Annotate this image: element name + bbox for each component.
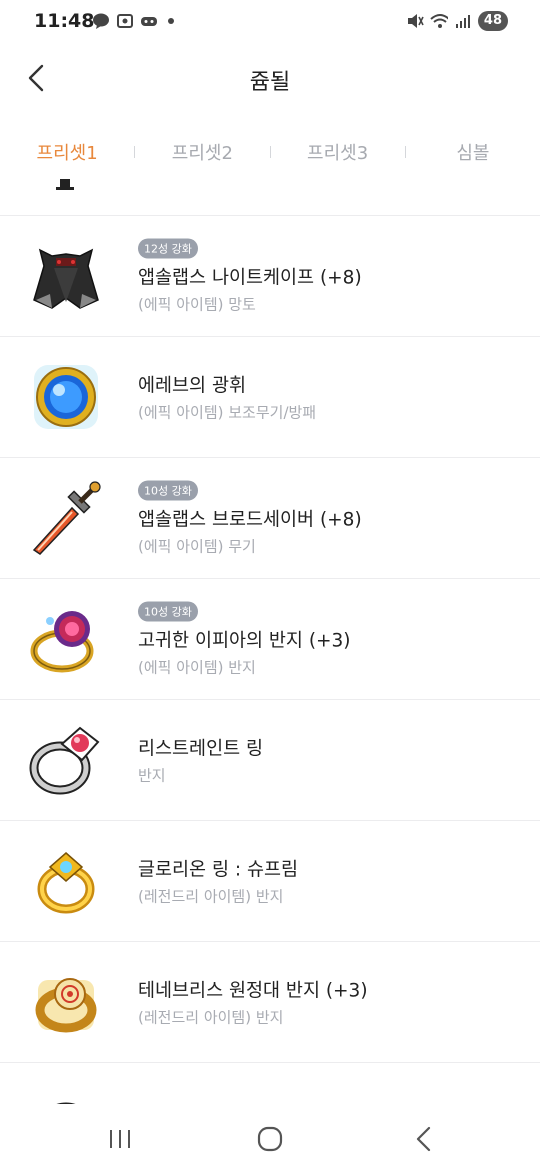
list-item[interactable] bbox=[0, 176, 540, 216]
system-nav-bar bbox=[0, 1104, 540, 1170]
item-name: 앱솔랩스 나이트케이프 (+8) bbox=[138, 267, 362, 289]
tab-preset-3[interactable]: 프리셋3 bbox=[271, 139, 405, 165]
list-item[interactable]: 에레브의 광휘 (에픽 아이템) 보조무기/방패 bbox=[0, 337, 540, 458]
item-category: (에픽 아이템) 반지 bbox=[138, 658, 256, 677]
system-back-button[interactable] bbox=[404, 1124, 444, 1154]
list-item[interactable] bbox=[0, 1063, 540, 1104]
notification-dot-icon bbox=[168, 18, 174, 24]
item-name: 테네브리스 원정대 반지 (+3) bbox=[138, 980, 368, 1002]
expedition-ring-icon bbox=[28, 964, 104, 1040]
tab-preset-1[interactable]: 프리셋1 bbox=[0, 139, 134, 165]
enhance-badge: 10성 강화 bbox=[138, 480, 198, 501]
home-icon bbox=[257, 1126, 283, 1152]
talk-icon bbox=[92, 13, 110, 29]
list-item[interactable]: 10성 강화 고귀한 이피아의 반지 (+3) (에픽 아이템) 반지 bbox=[0, 579, 540, 700]
enhance-badge: 10성 강화 bbox=[138, 601, 198, 622]
game-icon bbox=[140, 13, 158, 29]
status-icons-left bbox=[92, 13, 174, 29]
item-category: (레전드리 아이템) 반지 bbox=[138, 1008, 284, 1027]
item-category: (에픽 아이템) 무기 bbox=[138, 537, 256, 556]
status-bar: 11:48 48 bbox=[0, 0, 540, 44]
header: 쥼될 bbox=[0, 44, 540, 114]
item-thumbnail bbox=[28, 179, 104, 199]
list-item[interactable]: 10성 강화 앱솔랩스 브로드세이버 (+8) (에픽 아이템) 무기 bbox=[0, 458, 540, 579]
list-item[interactable]: 리스트레인트 링 반지 bbox=[0, 700, 540, 821]
item-thumbnail bbox=[28, 1081, 104, 1104]
cape-icon bbox=[28, 238, 104, 314]
signal-icon bbox=[454, 13, 472, 29]
sword-icon bbox=[28, 480, 104, 556]
list-item[interactable]: 테네브리스 원정대 반지 (+3) (레전드리 아이템) 반지 bbox=[0, 942, 540, 1063]
item-name: 글로리온 링 : 슈프림 bbox=[138, 859, 299, 881]
item-name: 앱솔랩스 브로드세이버 (+8) bbox=[138, 509, 362, 531]
item-name: 고귀한 이피아의 반지 (+3) bbox=[138, 630, 351, 652]
back-icon bbox=[416, 1126, 431, 1152]
item-category: (에픽 아이템) 망토 bbox=[138, 295, 256, 314]
item-category: (레전드리 아이템) 반지 bbox=[138, 887, 284, 906]
gold-ring-icon bbox=[28, 843, 104, 919]
orb-icon bbox=[28, 359, 104, 435]
preset-tabs: 프리셋1 프리셋2 프리셋3 심볼 bbox=[0, 128, 540, 176]
status-time: 11:48 bbox=[34, 10, 95, 32]
recent-apps-button[interactable] bbox=[100, 1124, 140, 1154]
page-title: 쥼될 bbox=[249, 70, 291, 95]
wifi-icon bbox=[430, 13, 448, 29]
item-category: (에픽 아이템) 보조무기/방패 bbox=[138, 403, 317, 422]
tab-preset-2[interactable]: 프리셋2 bbox=[135, 139, 269, 165]
list-item[interactable]: 12성 강화 앱솔랩스 나이트케이프 (+8) (에픽 아이템) 망토 bbox=[0, 216, 540, 337]
enhance-badge: 12성 강화 bbox=[138, 238, 198, 259]
mute-icon bbox=[406, 13, 424, 29]
list-item[interactable]: 글로리온 링 : 슈프림 (레전드리 아이템) 반지 bbox=[0, 821, 540, 942]
tab-symbol[interactable]: 심볼 bbox=[406, 139, 540, 165]
battery-indicator: 48 bbox=[477, 11, 508, 31]
item-name: 리스트레인트 링 bbox=[138, 738, 264, 760]
item-name: 에레브의 광휘 bbox=[138, 375, 247, 397]
screenshot-icon bbox=[116, 13, 134, 29]
recent-apps-icon bbox=[110, 1130, 130, 1148]
home-button[interactable] bbox=[250, 1124, 290, 1154]
status-icons-right: 48 bbox=[406, 11, 508, 31]
item-category: 반지 bbox=[138, 766, 166, 785]
item-list[interactable]: 12성 강화 앱솔랩스 나이트케이프 (+8) (에픽 아이템) 망토 에레브의… bbox=[0, 176, 540, 1104]
rose-ring-icon bbox=[28, 601, 104, 677]
ring-icon bbox=[28, 722, 104, 798]
